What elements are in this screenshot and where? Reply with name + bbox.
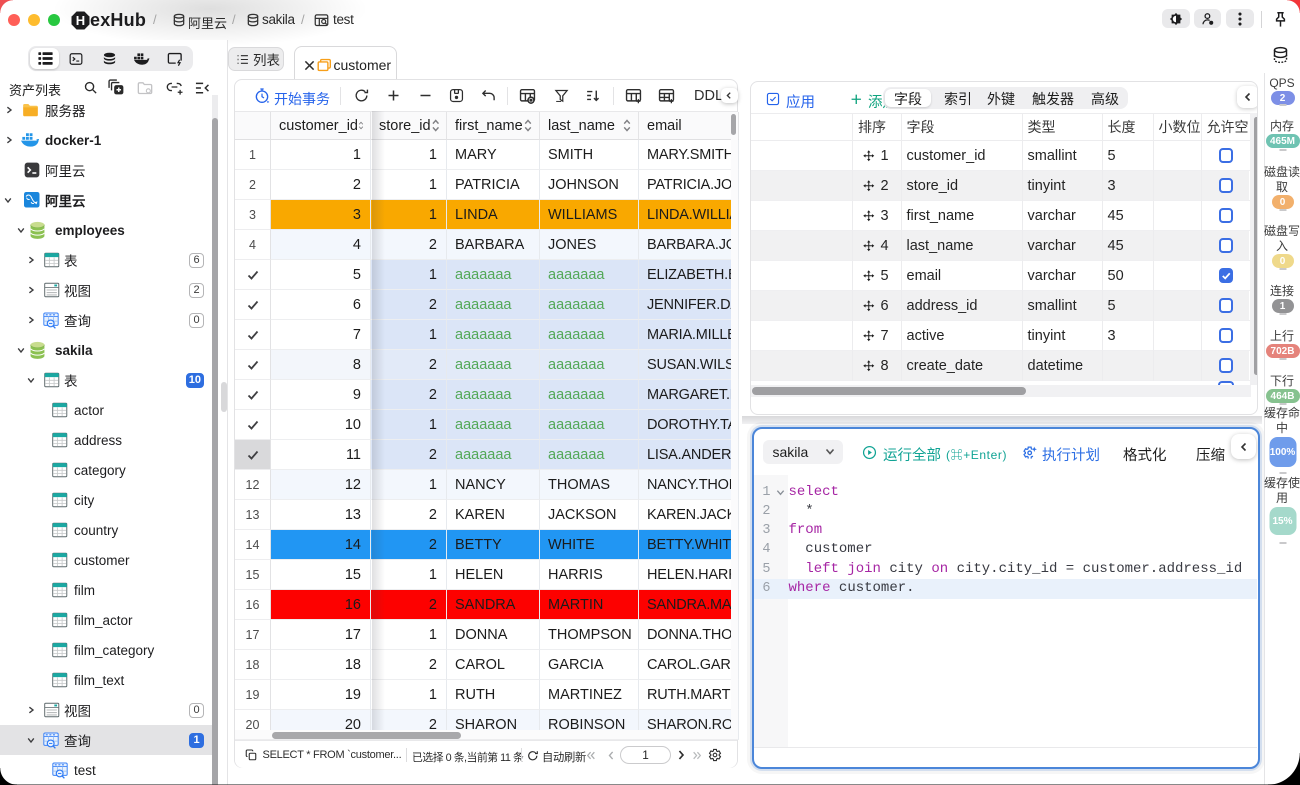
svg-text:H: H (76, 13, 85, 28)
